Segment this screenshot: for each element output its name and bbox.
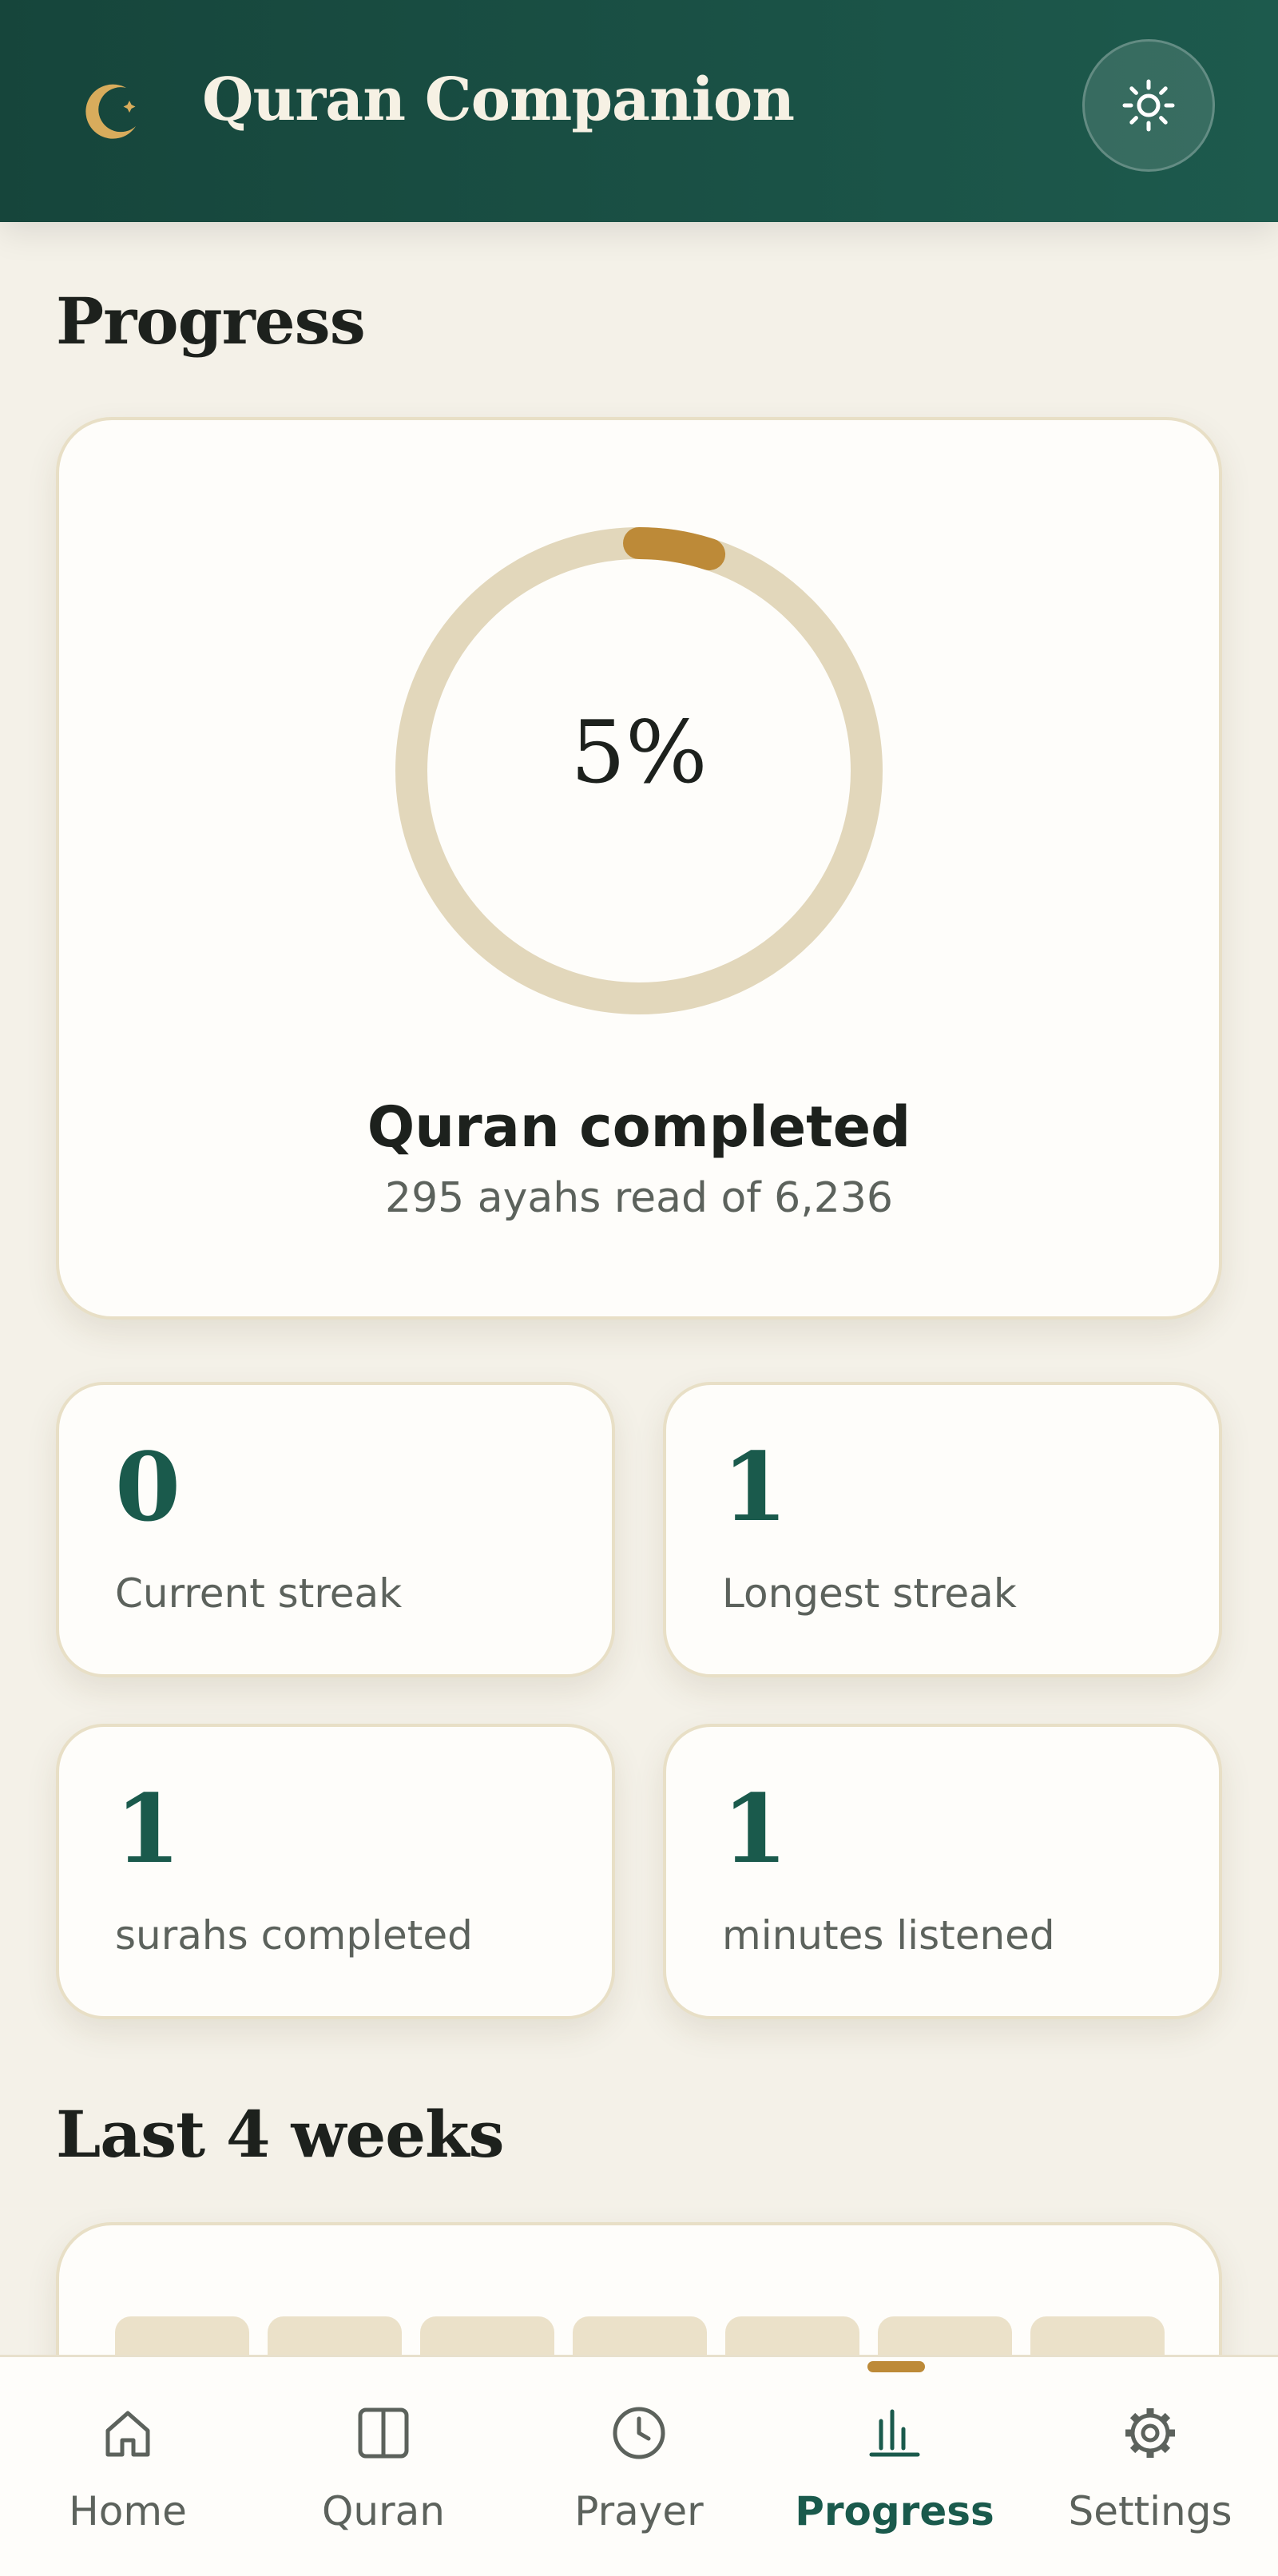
- stat-card-surahs-completed: 1 surahs completed: [56, 1724, 615, 2019]
- progress-percent: 5%: [570, 703, 708, 803]
- longest-streak-value: 1: [722, 1431, 788, 1542]
- sun-icon: [1122, 79, 1175, 132]
- current-streak-value: 0: [115, 1431, 181, 1542]
- stat-card-current-streak: 0 Current streak: [56, 1382, 615, 1677]
- nav-settings[interactable]: Settings: [1022, 2357, 1278, 2576]
- longest-streak-label: Longest streak: [722, 1570, 1017, 1617]
- surahs-completed-label: surahs completed: [115, 1912, 473, 1959]
- current-streak-label: Current streak: [115, 1570, 403, 1617]
- nav-quran-label: Quran: [322, 2488, 445, 2534]
- nav-progress-label: Progress: [795, 2488, 994, 2534]
- bottom-nav: Home Quran Prayer Progress Settings: [0, 2355, 1278, 2576]
- bar-chart-icon: [869, 2409, 920, 2457]
- book-icon: [358, 2407, 409, 2459]
- crescent-moon-icon: [85, 84, 136, 139]
- stat-card-longest-streak: 1 Longest streak: [663, 1382, 1222, 1677]
- nav-home-label: Home: [69, 2488, 187, 2534]
- quran-completed-label: Quran completed: [367, 1094, 911, 1160]
- stat-card-minutes-listened: 1 minutes listened: [663, 1724, 1222, 2019]
- ayahs-read-summary: 295 ayahs read of 6,236: [384, 1174, 893, 1222]
- clock-icon: [613, 2407, 665, 2459]
- nav-settings-label: Settings: [1068, 2488, 1232, 2534]
- active-tab-indicator: [867, 2361, 925, 2372]
- nav-prayer-label: Prayer: [574, 2488, 704, 2534]
- home-icon: [105, 2411, 150, 2457]
- minutes-listened-value: 1: [722, 1773, 788, 1884]
- nav-quran[interactable]: Quran: [256, 2357, 511, 2576]
- gear-icon: [1125, 2408, 1175, 2458]
- nav-home[interactable]: Home: [0, 2357, 256, 2576]
- nav-progress[interactable]: Progress: [767, 2357, 1022, 2576]
- app-title: Quran Companion: [202, 65, 795, 134]
- progress-section-title: Progress: [56, 284, 366, 359]
- surahs-completed-value: 1: [115, 1773, 181, 1884]
- nav-prayer[interactable]: Prayer: [511, 2357, 767, 2576]
- minutes-listened-label: minutes listened: [722, 1912, 1055, 1959]
- weeks-section-title: Last 4 weeks: [56, 2097, 505, 2172]
- theme-toggle-button[interactable]: [1082, 39, 1215, 172]
- app-header: Quran Companion: [0, 0, 1278, 222]
